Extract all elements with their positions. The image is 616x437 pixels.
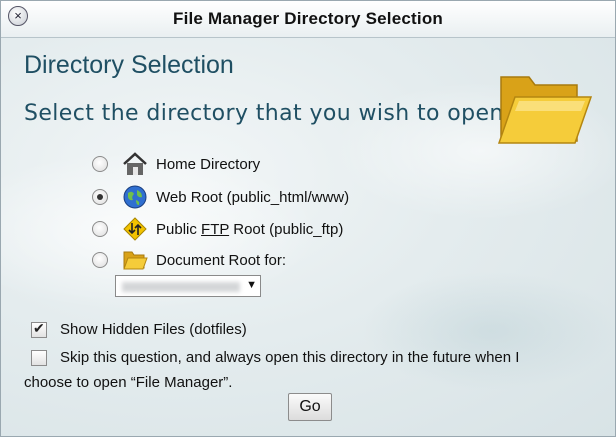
web-root-radio[interactable] xyxy=(92,189,108,205)
directory-selection-dialog: × File Manager Directory Selection Direc… xyxy=(0,0,616,437)
home-directory-radio[interactable] xyxy=(92,156,108,172)
skip-question-label-line2: choose to open “File Manager”. xyxy=(24,374,233,391)
show-hidden-files-label: Show Hidden Files (dotfiles) xyxy=(60,321,247,338)
public-ftp-root-radio[interactable] xyxy=(92,221,108,237)
home-icon xyxy=(122,151,148,177)
home-directory-label: Home Directory xyxy=(156,155,261,173)
option-public-ftp-root[interactable]: Public FTP Root (public_ftp) xyxy=(92,217,343,241)
option-document-root[interactable]: Document Root for: xyxy=(92,248,286,272)
chevron-down-icon[interactable]: ▼ xyxy=(246,279,257,291)
title-bar: × File Manager Directory Selection xyxy=(1,1,615,38)
go-button[interactable]: Go xyxy=(288,393,332,421)
skip-question-checkbox[interactable] xyxy=(31,350,47,366)
option-home-directory[interactable]: Home Directory xyxy=(92,152,260,176)
window-title: File Manager Directory Selection xyxy=(173,9,443,28)
ftp-arrows-icon xyxy=(122,216,148,242)
skip-question-row[interactable]: Skip this question, and always open this… xyxy=(31,349,519,366)
domain-select[interactable]: ▼ xyxy=(115,275,261,297)
skip-question-label-line1: Skip this question, and always open this… xyxy=(60,349,520,366)
instruction-text: Select the directory that you wish to op… xyxy=(24,101,512,126)
document-root-label: Document Root for: xyxy=(156,251,287,269)
public-ftp-root-label: Public FTP Root (public_ftp) xyxy=(156,220,344,238)
open-folder-icon xyxy=(122,247,148,273)
option-web-root[interactable]: Web Root (public_html/www) xyxy=(92,185,349,209)
page-title: Directory Selection xyxy=(24,51,234,79)
web-root-label: Web Root (public_html/www) xyxy=(156,188,350,206)
domain-select-value xyxy=(122,282,240,292)
show-hidden-files-checkbox[interactable] xyxy=(31,320,47,338)
folder-icon xyxy=(497,76,593,144)
document-root-radio[interactable] xyxy=(92,252,108,268)
globe-icon xyxy=(122,184,148,210)
show-hidden-files-row[interactable]: Show Hidden Files (dotfiles) xyxy=(31,320,247,338)
